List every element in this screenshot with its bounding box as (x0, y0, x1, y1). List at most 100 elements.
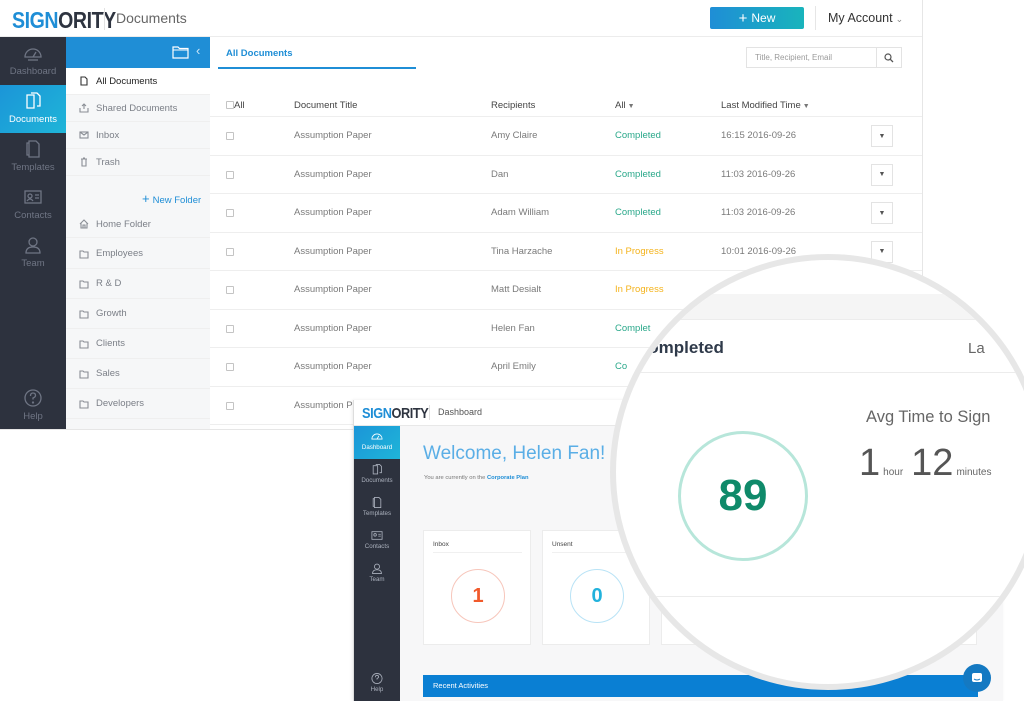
folder-item[interactable]: R & D (66, 269, 210, 299)
signority-logo[interactable]: SIGNORITY (12, 7, 116, 34)
recipient: Helen Fan (491, 322, 535, 334)
logo-part-ority: ORITY (391, 405, 429, 422)
folder-item-label: Inbox (96, 129, 120, 141)
document-title[interactable]: Assumption Paper (294, 169, 372, 180)
sidebar-label: Help (23, 411, 43, 422)
logo-part-sign: SIGN (12, 7, 59, 33)
folders-panel-header: ‹ (66, 37, 210, 68)
document-title[interactable]: Assumption Paper (294, 361, 372, 372)
row-actions-dropdown[interactable]: ▼ (871, 202, 893, 224)
sidebar-label: Dashboard (9, 66, 57, 77)
folder-item[interactable]: Growth (66, 299, 210, 329)
table-row[interactable]: Assumption Paper Adam William Completed 11:… (210, 194, 922, 233)
recipient: Tina Harzache (491, 245, 553, 257)
sidebar-item-templates[interactable]: Templates (0, 133, 66, 181)
caret-down-icon: ▼ (878, 209, 886, 217)
table-header: All Document Title Recipients All ▼ Last … (210, 97, 922, 117)
avg-minutes: 12 (911, 442, 954, 484)
table-row[interactable]: Assumption Paper Dan Completed 11:03 2016-0… (210, 156, 922, 194)
sidebar-item-team[interactable]: Team (354, 558, 400, 591)
row-checkbox[interactable] (226, 247, 234, 256)
new-button[interactable]: + New (710, 7, 804, 29)
row-checkbox[interactable] (226, 170, 234, 179)
row-checkbox[interactable] (226, 363, 234, 372)
team-person-icon (25, 237, 41, 254)
tab-all-documents[interactable]: All Documents (218, 37, 416, 69)
sidebar-item-contacts[interactable]: Contacts (0, 181, 66, 229)
sidebar-item-dashboard[interactable]: Dashboard (354, 426, 400, 459)
collapse-panel-chevron-icon[interactable]: ‹ (196, 43, 200, 58)
document-title[interactable]: Assumption Paper (294, 284, 372, 295)
column-header-title[interactable]: Document Title (294, 100, 357, 111)
folder-item[interactable]: Sales (66, 359, 210, 389)
search-box (746, 47, 902, 68)
sort-caret-icon: ▼ (802, 103, 810, 110)
sidebar-item-team[interactable]: Team (0, 229, 66, 277)
table-row[interactable]: Assumption Paper Amy Claire Completed 16:15… (210, 117, 922, 156)
signority-logo[interactable]: SIGNORITY (362, 405, 429, 422)
folder-item-home[interactable]: Home Folder (66, 211, 210, 238)
document-title[interactable]: Assumption Paper (294, 130, 372, 141)
row-checkbox[interactable] (226, 286, 234, 295)
sidebar-item-dashboard[interactable]: Dashboard (0, 37, 66, 85)
sidebar-item-documents[interactable]: Documents (0, 85, 66, 133)
folder-item-trash[interactable]: Trash (66, 149, 210, 176)
modified-time: 10:01 2016-09-26 (721, 245, 797, 257)
folder-item-shared-documents[interactable]: Shared Documents (66, 95, 210, 122)
folder-item-label: Clients (96, 338, 126, 349)
sidebar-item-help[interactable]: Help (0, 382, 66, 429)
status-filter-dropdown[interactable]: All ▼ (615, 100, 635, 111)
folders-panel: ‹ All Documents Shared Documents Inbox T… (66, 37, 210, 429)
sidebar-label: Contacts (14, 210, 52, 221)
sidebar-item-help[interactable]: Help (354, 668, 400, 701)
document-title[interactable]: Assumption Paper (294, 207, 372, 218)
column-header-recipients[interactable]: Recipients (491, 100, 535, 111)
plus-icon: + (142, 191, 150, 206)
sidebar-item-documents[interactable]: Documents (354, 459, 400, 492)
templates-icon (372, 496, 382, 509)
status-label: Completed (615, 207, 661, 218)
search-icon (884, 52, 894, 62)
corporate-plan-link[interactable]: Corporate Plan (487, 475, 529, 481)
dashboard-gauge-icon (24, 48, 42, 61)
row-checkbox[interactable] (226, 324, 234, 333)
row-checkbox-wrap (226, 247, 234, 258)
recipient: Adam William (491, 207, 550, 218)
documents-icon (26, 92, 41, 109)
chat-support-button[interactable] (963, 664, 991, 692)
folder-item[interactable]: Employees (66, 239, 210, 269)
help-question-icon (371, 672, 383, 685)
row-checkbox[interactable] (226, 209, 234, 218)
my-account-menu[interactable]: My Account ⌄ (828, 11, 903, 25)
document-title[interactable]: Assumption Paper (294, 323, 372, 334)
inbox-count: 1 (451, 569, 505, 623)
contacts-card-icon (371, 531, 383, 540)
row-checkbox[interactable] (226, 132, 234, 141)
folder-item[interactable]: Developers (66, 389, 210, 419)
row-actions-dropdown[interactable]: ▼ (871, 163, 893, 186)
sidebar-label: Dashboard (361, 444, 393, 451)
folder-item-inbox[interactable]: Inbox (66, 122, 210, 149)
column-header-modified[interactable]: Last Modified Time ▼ (721, 100, 810, 111)
select-all-checkbox[interactable] (226, 101, 234, 110)
sidebar-item-contacts[interactable]: Contacts (354, 525, 400, 558)
page-title: Documents (116, 10, 187, 26)
search-button[interactable] (876, 48, 901, 67)
trash-icon (81, 157, 87, 167)
sidebar-item-templates[interactable]: Templates (354, 492, 400, 525)
card-title: Unsent (552, 541, 573, 548)
status-label: In Progress (615, 245, 664, 257)
folder-item[interactable]: Clients (66, 329, 210, 359)
row-checkbox[interactable] (226, 401, 234, 410)
new-folder-button[interactable]: + New Folder (142, 191, 201, 206)
inbox-card[interactable]: Inbox 1 (423, 530, 531, 645)
select-all[interactable]: All (226, 100, 245, 111)
mail-icon (79, 131, 89, 139)
search-input[interactable] (747, 48, 877, 67)
folder-icon[interactable] (172, 45, 189, 59)
row-actions-dropdown[interactable]: ▼ (871, 125, 893, 147)
row-checkbox-wrap (226, 131, 234, 142)
folder-item-all-documents[interactable]: All Documents (66, 68, 210, 95)
document-title[interactable]: Assumption Paper (294, 246, 372, 257)
screenshot-stage: SIGNORITY Documents + New My Account ⌄ Das… (0, 0, 1024, 701)
